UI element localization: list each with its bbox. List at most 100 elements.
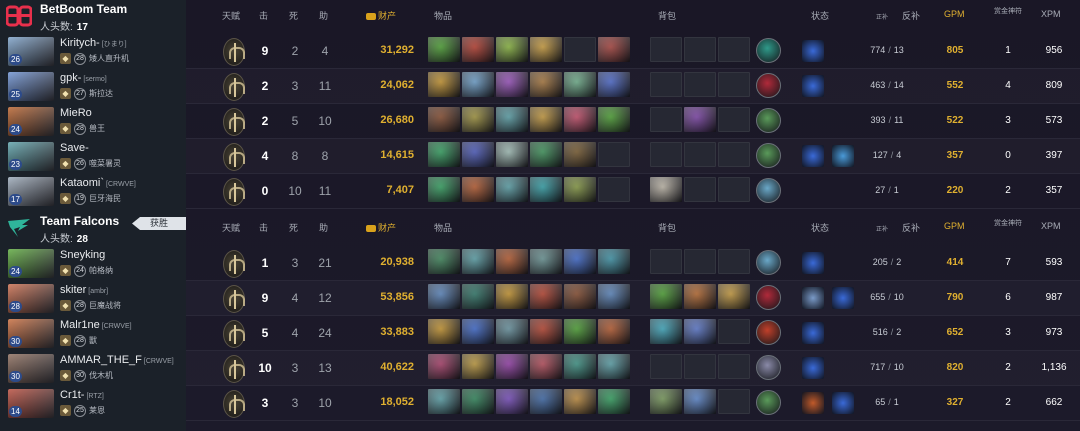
status-buff-icon[interactable]	[802, 252, 824, 274]
item-icon[interactable]	[428, 177, 460, 202]
item-icon[interactable]	[462, 389, 494, 414]
backpack-item-icon[interactable]	[684, 284, 716, 309]
talent-tree-icon[interactable]	[223, 390, 245, 418]
status-buff-icon[interactable]	[832, 392, 854, 414]
item-icon[interactable]	[496, 319, 528, 344]
item-icon[interactable]	[598, 284, 630, 309]
neutral-item-icon[interactable]	[756, 250, 781, 275]
neutral-item-icon[interactable]	[756, 38, 781, 63]
item-icon[interactable]	[462, 107, 494, 132]
neutral-item-icon[interactable]	[756, 178, 781, 203]
player-row[interactable]: 4 8 8 14,615 127/4 357 0 397	[186, 139, 1080, 174]
item-icon[interactable]	[530, 249, 562, 274]
player-row[interactable]: 2 5 10 26,680 393/11 522 3 573	[186, 104, 1080, 139]
item-icon[interactable]	[496, 177, 528, 202]
item-icon[interactable]	[564, 142, 596, 167]
item-icon[interactable]	[530, 389, 562, 414]
player-name[interactable]: Sneyking	[60, 249, 105, 261]
backpack-item-icon[interactable]	[650, 389, 682, 414]
item-icon[interactable]	[530, 37, 562, 62]
item-icon[interactable]	[428, 37, 460, 62]
player-card[interactable]: 30 Malr1ne [CRWVE] ◆ 28 獸	[0, 316, 186, 351]
backpack-item-icon[interactable]	[684, 389, 716, 414]
hero-portrait[interactable]: 24	[8, 249, 54, 278]
item-icon[interactable]	[564, 177, 596, 202]
status-buff-icon[interactable]	[832, 287, 854, 309]
hero-portrait[interactable]: 14	[8, 389, 54, 418]
player-name[interactable]: gpk- [sermo]	[60, 72, 107, 84]
talent-tree-icon[interactable]	[223, 178, 245, 206]
item-icon[interactable]	[462, 319, 494, 344]
player-card[interactable]: 24 MieRo ◆ 28 兽王	[0, 104, 186, 139]
neutral-item-icon[interactable]	[756, 390, 781, 415]
status-buff-icon[interactable]	[802, 392, 824, 414]
status-buff-icon[interactable]	[802, 357, 824, 379]
item-icon[interactable]	[428, 72, 460, 97]
status-buff-icon[interactable]	[802, 75, 824, 97]
player-card[interactable]: 17 Kataomi` [CRWVE] ◆ 19 巨牙海民	[0, 174, 186, 209]
player-row[interactable]: 2 3 11 24,062 463/14 552 4 809	[186, 69, 1080, 104]
item-icon[interactable]	[428, 107, 460, 132]
item-icon[interactable]	[598, 249, 630, 274]
item-icon[interactable]	[462, 37, 494, 62]
backpack-item-icon[interactable]	[684, 319, 716, 344]
item-icon[interactable]	[564, 389, 596, 414]
neutral-item-icon[interactable]	[756, 355, 781, 380]
item-icon[interactable]	[530, 319, 562, 344]
status-buff-icon[interactable]	[802, 287, 824, 309]
neutral-item-icon[interactable]	[756, 143, 781, 168]
hero-portrait[interactable]: 26	[8, 37, 54, 66]
item-icon[interactable]	[598, 389, 630, 414]
status-buff-icon[interactable]	[802, 145, 824, 167]
backpack-item-icon[interactable]	[650, 284, 682, 309]
backpack-item-icon[interactable]	[650, 177, 682, 202]
item-icon[interactable]	[530, 107, 562, 132]
player-name[interactable]: Save-	[60, 142, 89, 154]
item-icon[interactable]	[564, 284, 596, 309]
neutral-item-icon[interactable]	[756, 285, 781, 310]
player-row[interactable]: 9 4 12 53,856 655/10 790 6 987	[186, 281, 1080, 316]
item-icon[interactable]	[496, 107, 528, 132]
talent-tree-icon[interactable]	[223, 250, 245, 278]
talent-tree-icon[interactable]	[223, 73, 245, 101]
backpack-item-icon[interactable]	[684, 107, 716, 132]
item-icon[interactable]	[428, 389, 460, 414]
talent-tree-icon[interactable]	[223, 285, 245, 313]
player-card[interactable]: 28 skiter [ambr] ◆ 28 巨魔战将	[0, 281, 186, 316]
backpack-item-icon[interactable]	[718, 284, 750, 309]
status-buff-icon[interactable]	[802, 40, 824, 62]
neutral-item-icon[interactable]	[756, 73, 781, 98]
player-card[interactable]: 23 Save- ◆ 26 噬菜暑灵	[0, 139, 186, 174]
item-icon[interactable]	[530, 177, 562, 202]
item-icon[interactable]	[598, 37, 630, 62]
talent-tree-icon[interactable]	[223, 143, 245, 171]
talent-tree-icon[interactable]	[223, 108, 245, 136]
item-icon[interactable]	[530, 72, 562, 97]
item-icon[interactable]	[530, 284, 562, 309]
item-icon[interactable]	[462, 249, 494, 274]
player-row[interactable]: 5 4 24 33,883 516/2 652 3 973	[186, 316, 1080, 351]
item-icon[interactable]	[564, 72, 596, 97]
item-icon[interactable]	[428, 319, 460, 344]
item-icon[interactable]	[496, 284, 528, 309]
status-buff-icon[interactable]	[802, 322, 824, 344]
item-icon[interactable]	[530, 354, 562, 379]
player-name[interactable]: MieRo	[60, 107, 92, 119]
item-icon[interactable]	[564, 107, 596, 132]
item-icon[interactable]	[428, 142, 460, 167]
player-row[interactable]: 3 3 10 18,052 65/1 327 2 662	[186, 386, 1080, 421]
item-icon[interactable]	[564, 354, 596, 379]
status-buff-icon[interactable]	[832, 145, 854, 167]
backpack-item-icon[interactable]	[650, 319, 682, 344]
player-card[interactable]: 25 gpk- [sermo] ◆ 27 斯拉达	[0, 69, 186, 104]
item-icon[interactable]	[598, 72, 630, 97]
item-icon[interactable]	[564, 319, 596, 344]
item-icon[interactable]	[496, 389, 528, 414]
item-icon[interactable]	[598, 319, 630, 344]
player-name[interactable]: Kiritych- [ひまり]	[60, 37, 127, 49]
hero-portrait[interactable]: 17	[8, 177, 54, 206]
item-icon[interactable]	[530, 142, 562, 167]
item-icon[interactable]	[462, 177, 494, 202]
player-row[interactable]: 1 3 21 20,938 205/2 414 7 593	[186, 246, 1080, 281]
hero-portrait[interactable]: 25	[8, 72, 54, 101]
